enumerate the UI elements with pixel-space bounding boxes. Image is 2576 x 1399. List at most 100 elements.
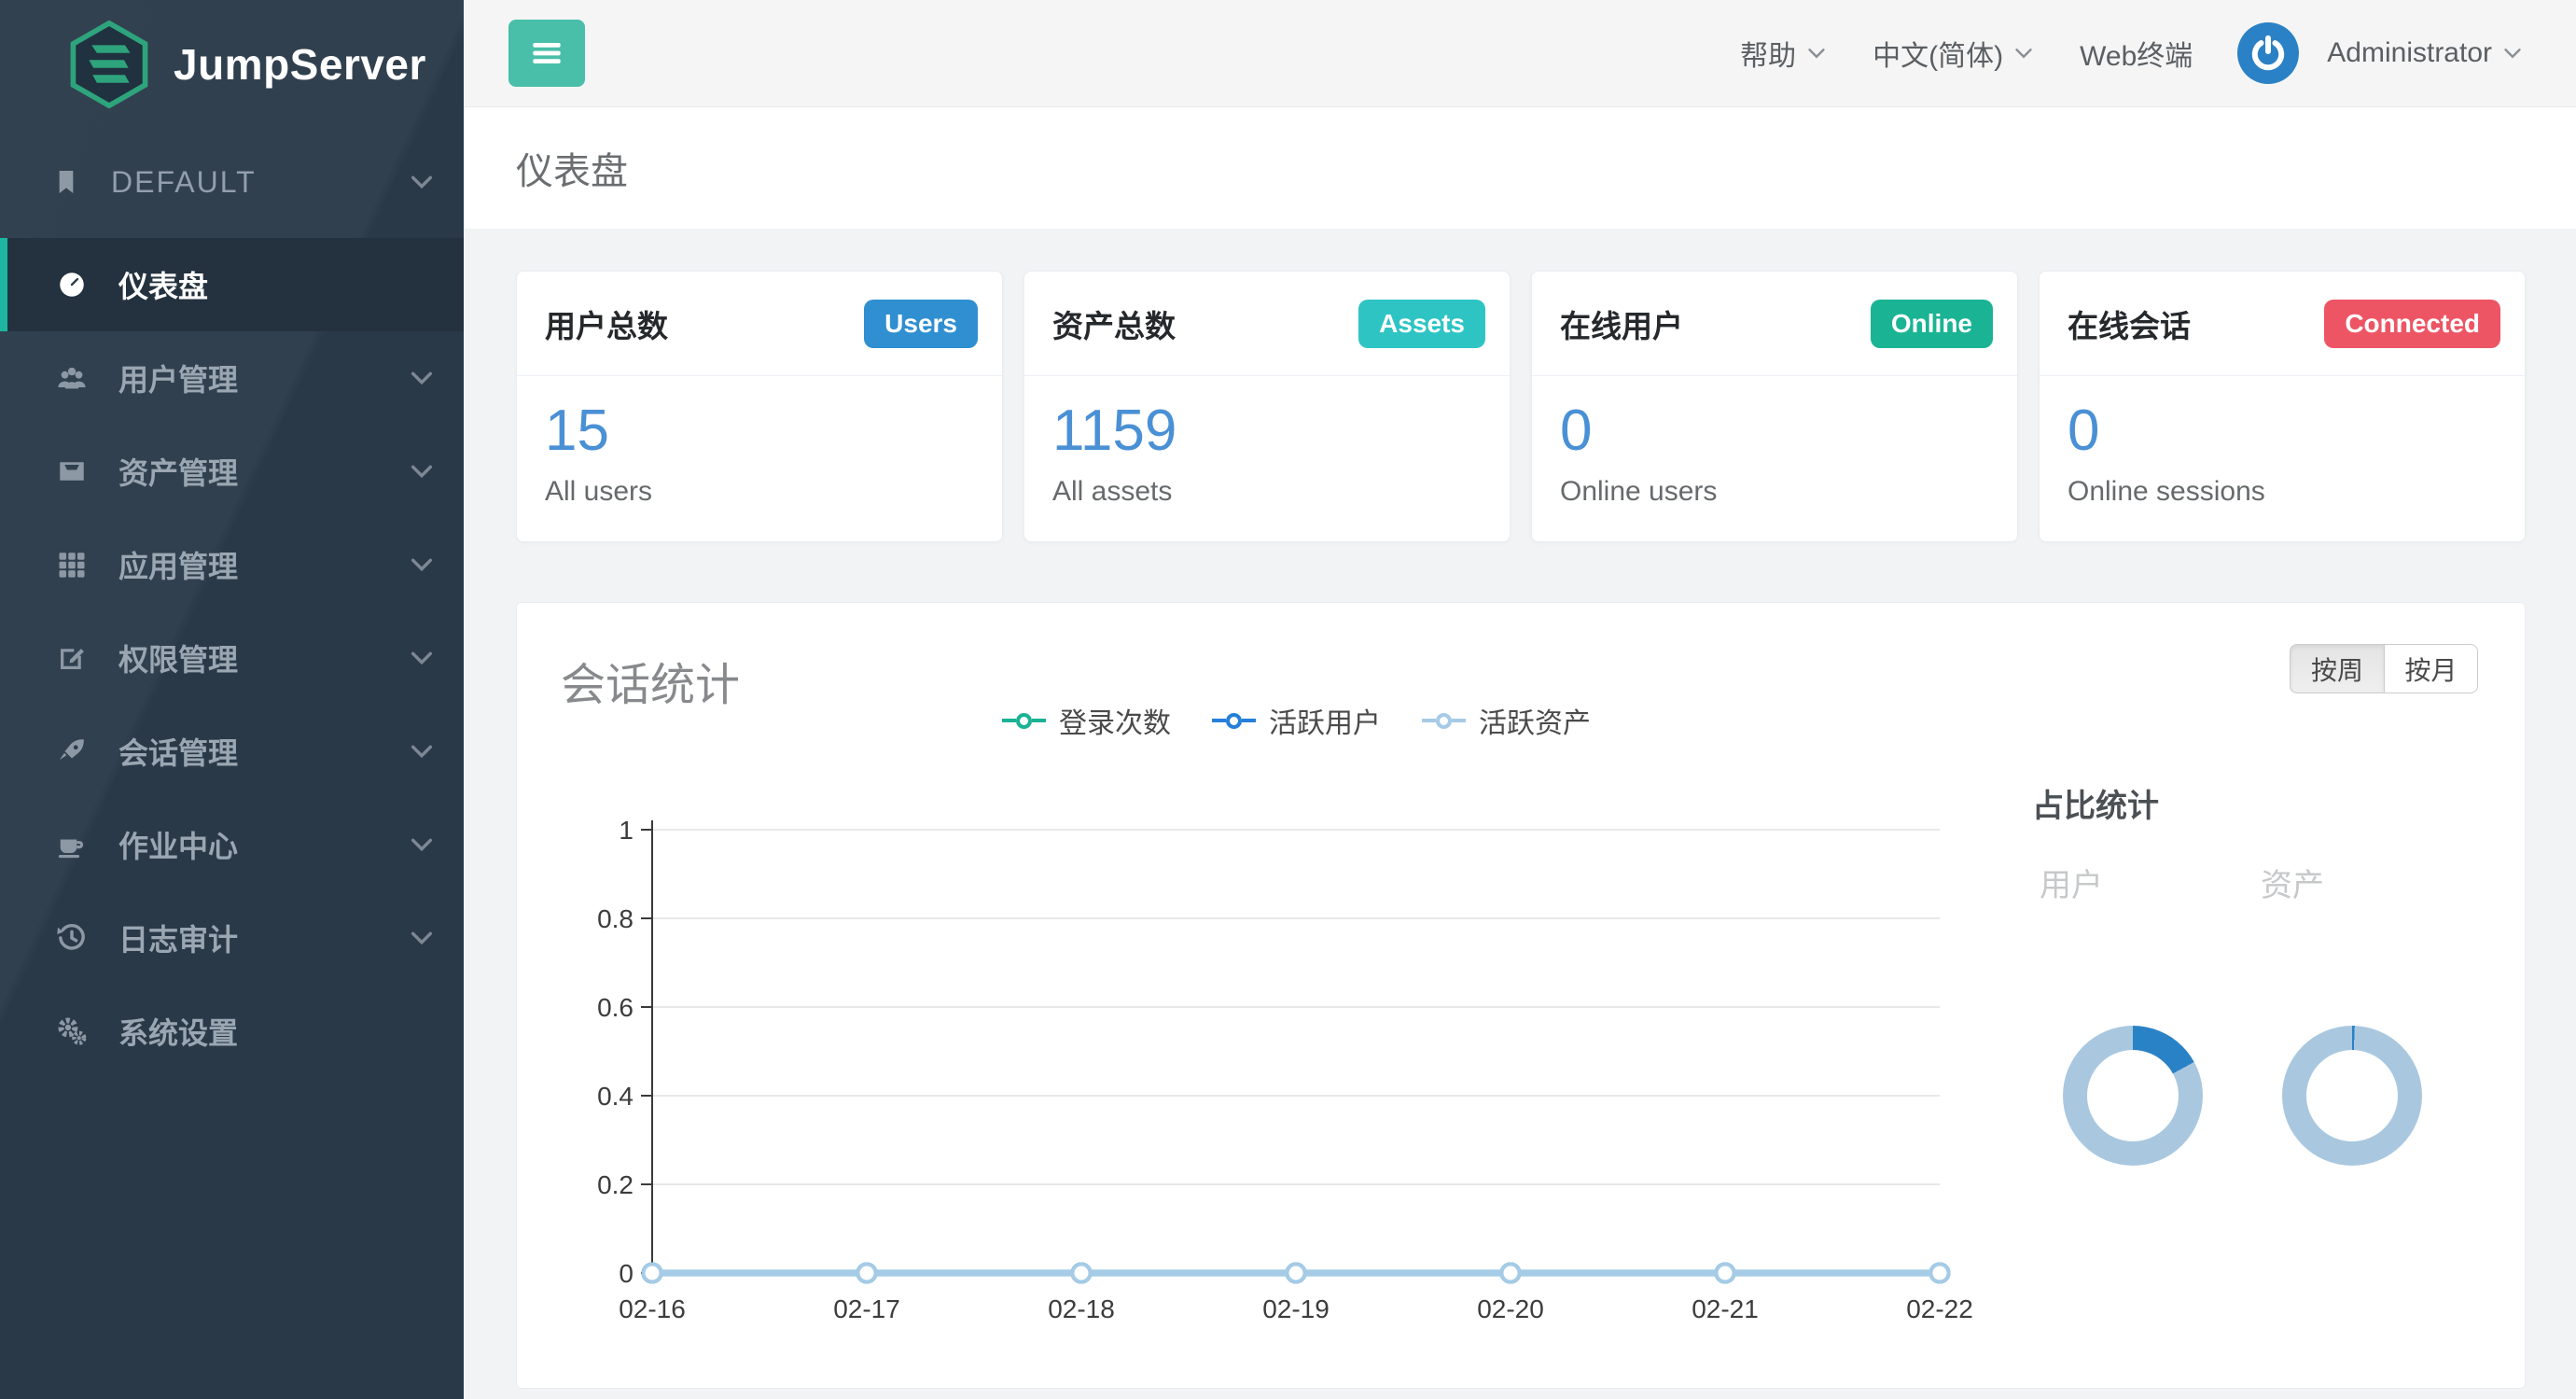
svg-text:1: 1 xyxy=(619,816,634,845)
chevron-down-icon xyxy=(408,831,436,859)
chevron-down-icon xyxy=(408,551,436,579)
svg-text:02-16: 02-16 xyxy=(619,1294,686,1323)
svg-text:0.2: 0.2 xyxy=(597,1170,634,1199)
users-icon xyxy=(51,361,92,395)
svg-text:0: 0 xyxy=(619,1259,634,1288)
page-title: 仪表盘 xyxy=(516,141,628,195)
chevron-down-icon xyxy=(408,924,436,952)
range-toggle: 按周 按月 xyxy=(2290,644,2478,693)
stat-card-title: 用户总数 xyxy=(545,301,668,346)
legend-marker-icon xyxy=(1422,713,1466,729)
stat-card-title: 在线会话 xyxy=(2068,301,2191,346)
username: Administrator xyxy=(2327,37,2492,69)
sidebar-item-label: 应用管理 xyxy=(118,543,408,586)
page-heading: 仪表盘 xyxy=(464,107,2576,229)
sidebar-item-perms[interactable]: 权限管理 xyxy=(0,611,464,705)
session-line-chart: 0 0.2 0.4 0.6 0.8 1 02-16 02-17 02-18 02-19 02-20 0… xyxy=(561,797,2035,1357)
avatar[interactable] xyxy=(2237,22,2299,84)
chevron-down-icon xyxy=(408,364,436,392)
sidebar-item-settings[interactable]: 系统设置 xyxy=(0,985,464,1078)
stat-subtitle: Online users xyxy=(1560,476,1989,508)
session-stats-title: 会话统计 xyxy=(561,648,740,713)
chevron-down-icon xyxy=(1805,42,1828,64)
bookmark-icon xyxy=(51,167,81,197)
legend-item-登录次数[interactable]: 登录次数 xyxy=(1002,700,1171,741)
session-stats-panel: 会话统计 按周 按月 登录次数活跃用户活跃资产 0 0.2 0.4 0.6 0.8 1 02… xyxy=(516,602,2526,1389)
sidebar-item-apps[interactable]: 应用管理 xyxy=(0,518,464,611)
sidebar: JumpServer DEFAULT 仪表盘用户管理资产管理应用管理权限管理会话… xyxy=(0,0,464,1399)
legend-item-活跃资产[interactable]: 活跃资产 xyxy=(1422,700,1591,741)
sidebar-item-users[interactable]: 用户管理 xyxy=(0,331,464,425)
svg-text:02-19: 02-19 xyxy=(1262,1294,1330,1323)
svg-text:02-21: 02-21 xyxy=(1692,1294,1759,1323)
chevron-down-icon xyxy=(2012,42,2035,64)
svg-text:0.8: 0.8 xyxy=(597,904,634,933)
sidebar-menu: 仪表盘用户管理资产管理应用管理权限管理会话管理作业中心日志审计系统设置 xyxy=(0,238,464,1078)
assets-icon xyxy=(51,455,92,488)
power-logo-icon xyxy=(2247,32,2290,75)
chevron-down-icon xyxy=(408,737,436,765)
svg-text:02-22: 02-22 xyxy=(1906,1294,1973,1323)
ratio-stats-section: 占比统计 用户 资产 xyxy=(2032,780,2510,1303)
sidebar-item-label: 仪表盘 xyxy=(118,263,436,306)
svg-text:02-17: 02-17 xyxy=(833,1294,900,1323)
ratio-label-users: 用户 xyxy=(2040,860,2103,905)
sidebar-item-label: 日志审计 xyxy=(118,916,408,959)
stat-value[interactable]: 15 xyxy=(545,400,609,461)
sidebar-item-audit[interactable]: 日志审计 xyxy=(0,891,464,985)
web-terminal-link[interactable]: Web终端 xyxy=(2080,33,2193,74)
sidebar-item-assets[interactable]: 资产管理 xyxy=(0,425,464,518)
sidebar-item-sessions[interactable]: 会话管理 xyxy=(0,705,464,798)
range-week-button[interactable]: 按周 xyxy=(2290,644,2384,693)
svg-text:0.6: 0.6 xyxy=(597,993,634,1022)
hamburger-icon xyxy=(526,33,567,74)
stat-value[interactable]: 0 xyxy=(1560,400,1592,461)
status-badge[interactable]: Users xyxy=(864,300,978,348)
sidebar-item-label: 用户管理 xyxy=(118,357,408,399)
stat-subtitle: All users xyxy=(545,476,974,508)
status-badge[interactable]: Assets xyxy=(1358,300,1485,348)
svg-text:02-18: 02-18 xyxy=(1048,1294,1115,1323)
stat-card-title: 在线用户 xyxy=(1560,301,1683,346)
app-title: JumpServer xyxy=(174,39,426,90)
stat-cards-row: 用户总数 Users 15 All users 资产总数 Assets 1159… xyxy=(516,271,2576,542)
user-menu[interactable]: Administrator xyxy=(2327,37,2524,69)
stat-card-total-assets: 资产总数 Assets 1159 All assets xyxy=(1023,271,1511,542)
stat-value[interactable]: 1159 xyxy=(1052,400,1177,461)
dashboard-icon xyxy=(51,268,92,301)
sidebar-toggle-button[interactable] xyxy=(508,20,585,87)
main-area: 帮助 中文(简体) Web终端 Administrator xyxy=(464,0,2576,1399)
jobs-icon xyxy=(51,828,92,861)
jumpserver-logo-icon xyxy=(65,21,153,108)
stat-card-title: 资产总数 xyxy=(1052,301,1176,346)
language-menu[interactable]: 中文(简体) xyxy=(1873,33,2035,74)
sidebar-item-jobs[interactable]: 作业中心 xyxy=(0,798,464,891)
help-menu[interactable]: 帮助 xyxy=(1740,33,1828,74)
range-month-button[interactable]: 按月 xyxy=(2384,644,2478,693)
topnav: 帮助 中文(简体) Web终端 Administrator xyxy=(1740,22,2576,84)
status-badge[interactable]: Online xyxy=(1871,300,1993,348)
sessions-icon xyxy=(51,734,92,768)
sidebar-item-dashboard[interactable]: 仪表盘 xyxy=(0,238,464,331)
chevron-down-icon xyxy=(408,168,436,196)
chart-legend: 登录次数活跃用户活跃资产 xyxy=(1002,700,1591,741)
chevron-down-icon xyxy=(408,644,436,672)
svg-text:0.4: 0.4 xyxy=(597,1082,634,1111)
app-logo[interactable]: JumpServer xyxy=(0,0,464,108)
org-selector[interactable]: DEFAULT xyxy=(0,142,464,222)
org-name: DEFAULT xyxy=(111,165,408,200)
topbar: 帮助 中文(简体) Web终端 Administrator xyxy=(464,0,2576,107)
sidebar-item-label: 权限管理 xyxy=(118,637,408,679)
stat-card-total-users: 用户总数 Users 15 All users xyxy=(516,271,1003,542)
status-badge[interactable]: Connected xyxy=(2324,300,2500,348)
sidebar-item-label: 会话管理 xyxy=(118,730,408,773)
svg-text:02-20: 02-20 xyxy=(1477,1294,1544,1323)
settings-icon xyxy=(51,1014,92,1048)
ratio-stats-title: 占比统计 xyxy=(2032,780,2510,826)
perms-icon xyxy=(51,641,92,675)
legend-item-活跃用户[interactable]: 活跃用户 xyxy=(1212,700,1381,741)
legend-marker-icon xyxy=(1212,713,1256,729)
stat-value[interactable]: 0 xyxy=(2068,400,2099,461)
apps-icon xyxy=(51,548,92,581)
assets-donut-chart xyxy=(2282,1026,2422,1166)
